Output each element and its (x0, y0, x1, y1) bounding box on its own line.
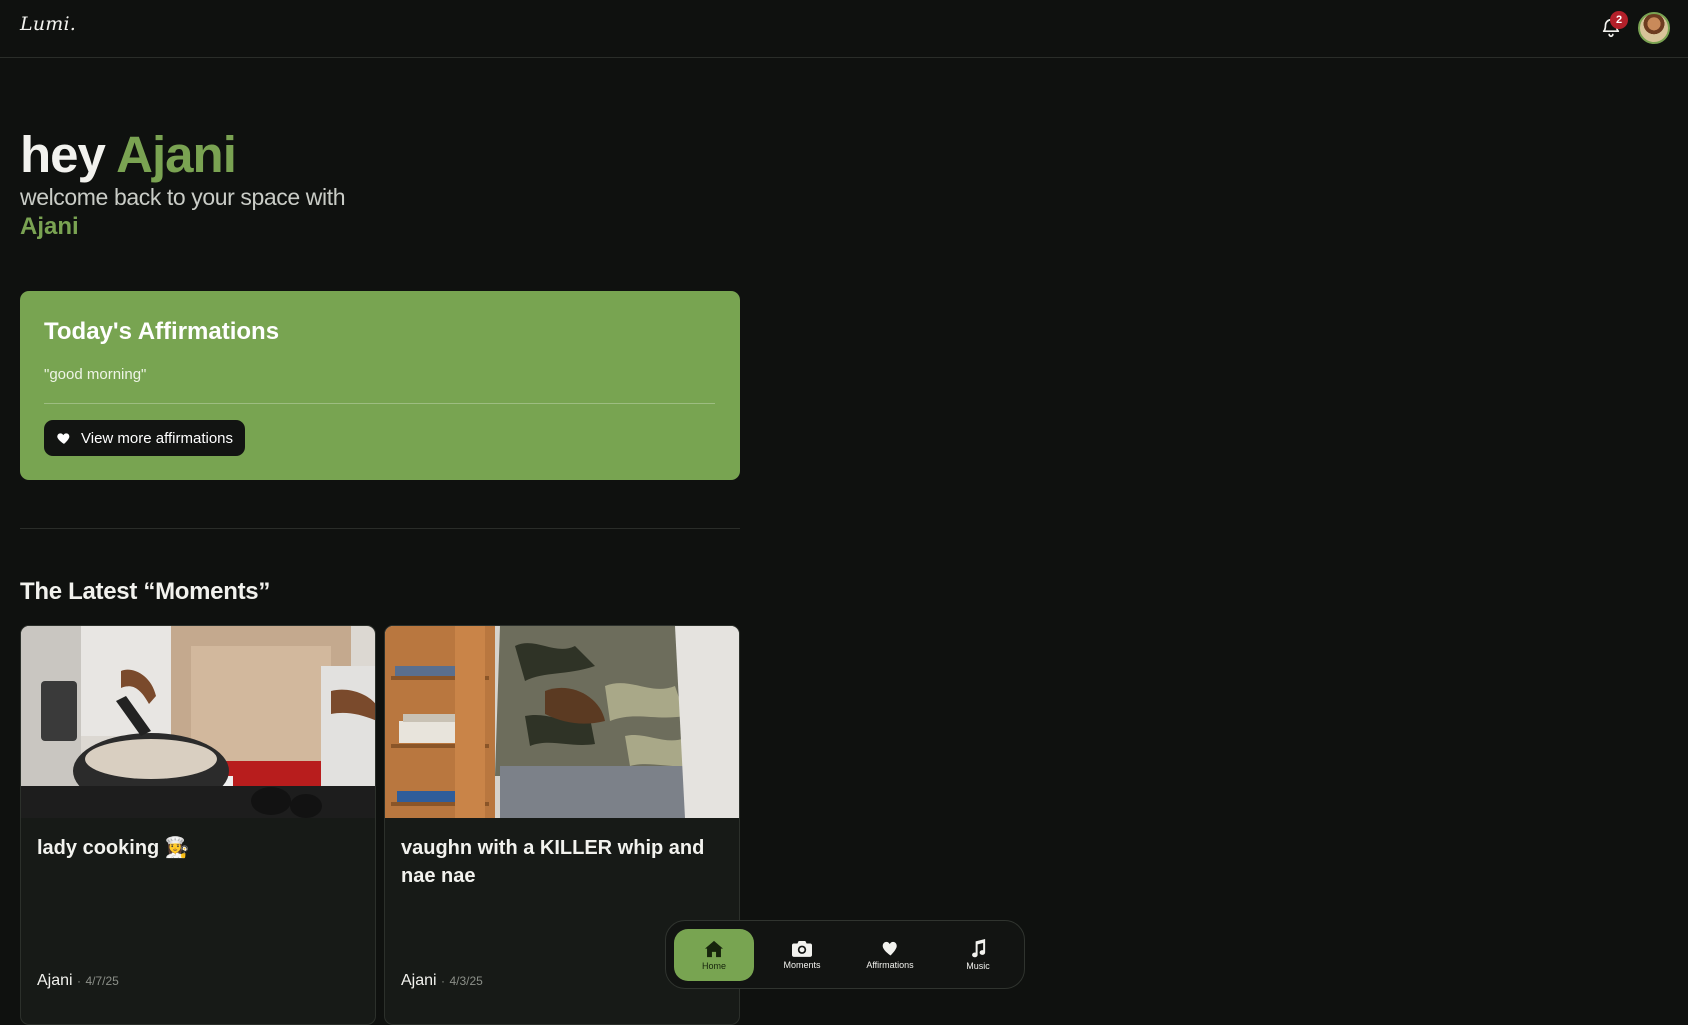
nav-item-moments[interactable]: Moments (762, 929, 842, 981)
nav-label-music: Music (966, 961, 990, 971)
affirmation-quote: "good morning" (44, 366, 147, 383)
moment-author: Ajani (401, 972, 437, 989)
moments-section-title: The Latest “Moments” (20, 578, 271, 605)
nav-label-affirmations: Affirmations (866, 960, 914, 970)
moment-date: 4/3/25 (449, 974, 483, 988)
section-divider (20, 528, 740, 529)
greeting-hey: hey (20, 126, 106, 183)
moment-photo (21, 626, 375, 818)
view-more-affirmations-label: View more affirmations (81, 429, 234, 447)
bottom-nav: Home Moments Affirmations Music (665, 920, 1025, 989)
nav-item-affirmations[interactable]: Affirmations (850, 929, 930, 981)
nav-label-moments: Moments (783, 960, 821, 970)
music-note-icon (969, 939, 987, 958)
affirmations-title: Today's Affirmations (44, 318, 280, 345)
greeting-user-name: Ajani (116, 126, 237, 183)
heart-icon (56, 430, 72, 446)
moment-card[interactable]: lady cooking 👩‍🍳 Ajani · 4/7/25 (20, 625, 376, 1025)
greeting-subtitle: welcome back to your space with (20, 184, 346, 210)
greeting-partner-name: Ajani (20, 213, 79, 240)
moment-author: Ajani (37, 972, 73, 989)
app-logo[interactable]: Lumi. (20, 13, 76, 35)
home-icon (704, 940, 724, 958)
notification-count-badge: 2 (1610, 11, 1628, 29)
moment-date: 4/7/25 (85, 974, 119, 988)
moment-meta: Ajani · 4/3/25 (401, 972, 483, 990)
user-avatar[interactable] (1638, 12, 1670, 44)
view-more-affirmations-button[interactable]: View more affirmations (44, 420, 246, 456)
meta-separator: · (441, 974, 446, 988)
camera-icon (792, 940, 812, 957)
heart-icon (881, 940, 900, 957)
nav-item-home[interactable]: Home (674, 929, 754, 981)
nav-label-home: Home (701, 960, 726, 971)
meta-separator: · (77, 974, 82, 988)
moment-caption: lady cooking 👩‍🍳 (37, 837, 190, 859)
nav-item-music[interactable]: Music (938, 929, 1018, 981)
moment-photo (385, 626, 739, 818)
affirmations-divider (44, 403, 715, 404)
moment-meta: Ajani · 4/7/25 (37, 972, 119, 990)
affirmations-card: Today's Affirmations "good morning" View… (20, 291, 740, 480)
top-bar: Lumi. 2 (0, 0, 1688, 58)
greeting-title: hey Ajani (20, 124, 237, 186)
moment-caption: vaughn with a KILLER whip and nae nae (401, 837, 705, 887)
